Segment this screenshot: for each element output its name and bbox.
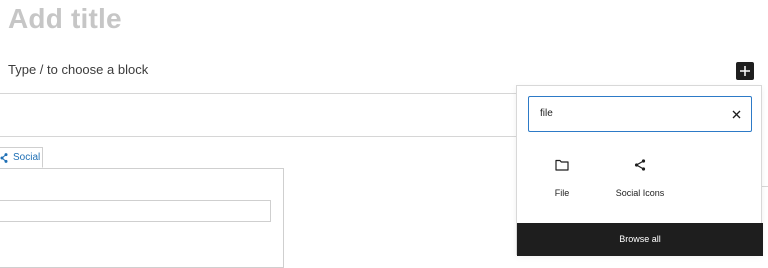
folder-icon (553, 156, 571, 174)
block-inserter-popover: file File Social Icons Browse all (516, 85, 763, 256)
share-icon (631, 156, 649, 174)
block-result-social-icons[interactable]: Social Icons (605, 156, 675, 199)
divider (762, 186, 768, 187)
close-icon (732, 110, 740, 118)
divider (0, 93, 516, 94)
social-url-input[interactable] (0, 200, 271, 222)
block-result-file[interactable]: File (527, 156, 597, 199)
block-placeholder[interactable]: Type / to choose a block (8, 62, 148, 78)
block-result-label: Social Icons (615, 188, 665, 198)
browse-all-label: Browse all (619, 234, 661, 244)
post-title-placeholder[interactable]: Add title (8, 2, 122, 36)
clear-search-button[interactable] (729, 107, 743, 121)
block-inserter-button[interactable] (736, 62, 754, 80)
block-result-label: File (554, 188, 570, 198)
browse-all-button[interactable]: Browse all (517, 223, 763, 256)
search-value: file (540, 108, 553, 119)
divider (0, 136, 516, 137)
tab-social[interactable]: Social (0, 147, 43, 168)
plus-icon (740, 66, 750, 76)
tab-social-label: Social (13, 151, 41, 163)
block-search-input[interactable]: file (528, 96, 752, 132)
share-icon (0, 152, 8, 163)
